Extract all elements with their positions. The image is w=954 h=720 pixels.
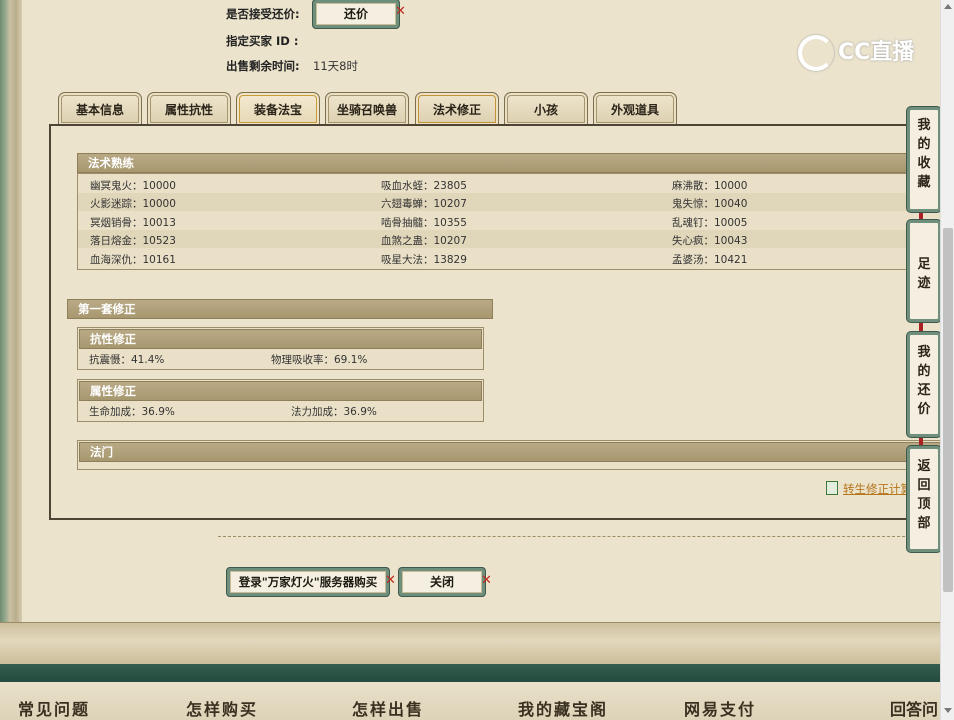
side-char: 还 <box>917 383 931 398</box>
side-my-counter-offers[interactable]: 我 的 还 价 <box>907 332 941 437</box>
remaining-time-value: 11天8时 <box>313 59 358 73</box>
divider <box>218 536 940 537</box>
side-char: 足 <box>917 257 931 272</box>
magic-gate-header: 法门 <box>79 442 942 462</box>
rebirth-calc-link[interactable]: 转生修正计算 <box>843 481 912 497</box>
table-cell: 失心疯：10043 <box>672 235 748 247</box>
side-char: 返 <box>917 459 931 474</box>
table-cell: 六翅毒蝉：10207 <box>381 198 467 210</box>
side-char: 我 <box>917 118 931 133</box>
table-cell: 鬼失惊：10040 <box>672 198 748 210</box>
side-footprints[interactable]: 足 迹 <box>907 220 941 322</box>
footer-nav: 常见问题 怎样购买 怎样出售 我的藏宝阁 网易支付 回答问 <box>0 682 940 720</box>
footer-link-faq[interactable]: 常见问题 <box>18 696 90 720</box>
table-cell: 幽冥鬼火：10000 <box>90 180 176 192</box>
correction-set-header: 第一套修正 <box>67 299 493 319</box>
table-cell: 血海深仇：10161 <box>90 254 176 266</box>
tab-spell-correction[interactable]: 法术修正 <box>415 92 499 125</box>
side-char: 收 <box>917 156 931 171</box>
tab-basic-info[interactable]: 基本信息 <box>58 92 142 125</box>
calculator-icon <box>826 481 838 495</box>
tab-mounts-pets[interactable]: 坐骑召唤兽 <box>325 92 409 125</box>
login-buy-button[interactable]: 登录"万家灯火"服务器购买 <box>227 568 389 596</box>
footer-link-how-to-buy[interactable]: 怎样购买 <box>186 696 258 720</box>
footer-link-more[interactable]: 回答问 <box>890 696 938 720</box>
side-char: 部 <box>917 516 931 531</box>
table-cell: 冥烟销骨：10013 <box>90 217 176 229</box>
remaining-time-label: 出售剩余时间: <box>226 59 300 73</box>
buyer-id-label: 指定买家 ID : <box>226 34 299 48</box>
footer-link-how-to-sell[interactable]: 怎样出售 <box>352 696 424 720</box>
hp-bonus-value: 生命加成：36.9% <box>89 406 175 418</box>
cc-logo-icon <box>798 35 834 71</box>
scroll-up-icon[interactable] <box>944 4 952 9</box>
page-bottom-frame <box>0 622 940 665</box>
table-row: 火影迷踪：10000 六翅毒蝉：10207 鬼失惊：10040 <box>78 193 941 211</box>
tab-equipment[interactable]: 装备法宝 <box>236 92 320 125</box>
spell-mastery-table: 幽冥鬼火：10000 吸血水蛭：23805 麻沸散：10000 火影迷踪：100… <box>77 173 942 270</box>
table-cell: 落日熔金：10523 <box>90 235 176 247</box>
side-back-to-top[interactable]: 返 回 顶 部 <box>907 446 941 552</box>
page-scrollbar[interactable] <box>940 0 954 720</box>
attr-correction-header: 属性修正 <box>79 381 482 401</box>
side-char: 的 <box>917 137 931 152</box>
logo-text: CC直播 <box>838 40 915 65</box>
table-cell: 吸星大法：13829 <box>381 254 467 266</box>
table-cell: 麻沸散：10000 <box>672 180 748 192</box>
table-cell: 吸血水蛭：23805 <box>381 180 467 192</box>
footer-link-my-treasure[interactable]: 我的藏宝阁 <box>518 696 608 720</box>
table-row: 幽冥鬼火：10000 吸血水蛭：23805 麻沸散：10000 <box>78 175 941 193</box>
mp-bonus-value: 法力加成：36.9% <box>291 406 377 418</box>
close-button[interactable]: 关闭 <box>399 568 485 596</box>
close-x-icon: ✕ <box>481 573 492 588</box>
table-cell: 乱魂钉：10005 <box>672 217 748 229</box>
close-x-icon: ✕ <box>385 573 396 588</box>
side-char: 藏 <box>917 175 931 190</box>
side-my-favorites[interactable]: 我 的 收 藏 <box>907 107 941 212</box>
table-cell: 啮骨抽髓：10355 <box>381 217 467 229</box>
cc-live-logo: CC直播 <box>798 34 914 71</box>
physical-absorb-value: 物理吸收率：69.1% <box>271 354 368 366</box>
side-char: 顶 <box>917 497 931 512</box>
tab-attributes[interactable]: 属性抗性 <box>147 92 231 125</box>
table-row: 血海深仇：10161 吸星大法：13829 孟婆汤：10421 <box>78 249 941 267</box>
side-char: 回 <box>917 478 931 493</box>
table-cell: 火影迷踪：10000 <box>90 198 176 210</box>
resist-correction-header: 抗性修正 <box>79 329 482 349</box>
tab-appearance[interactable]: 外观道具 <box>593 92 677 125</box>
resist-value: 抗震慑：41.4% <box>89 354 165 366</box>
page-frame-left <box>0 0 24 660</box>
tab-child[interactable]: 小孩 <box>504 92 588 125</box>
scroll-down-icon[interactable] <box>944 708 952 713</box>
scroll-thumb[interactable] <box>943 228 953 592</box>
table-row: 冥烟销骨：10013 啮骨抽髓：10355 乱魂钉：10005 <box>78 212 941 230</box>
table-cell: 孟婆汤：10421 <box>672 254 748 266</box>
close-x-icon: ✕ <box>395 4 406 19</box>
side-char: 的 <box>917 364 931 379</box>
table-row: 落日熔金：10523 血煞之蛊：10207 失心疯：10043 <box>78 230 941 248</box>
spell-mastery-header: 法术熟练 <box>77 153 942 173</box>
counter-offer-button[interactable]: 还价 <box>313 0 399 28</box>
side-char: 价 <box>917 402 931 417</box>
footer-link-netease-pay[interactable]: 网易支付 <box>684 696 756 720</box>
side-char: 我 <box>917 345 931 360</box>
footer-bar <box>0 664 940 682</box>
accept-counter-label: 是否接受还价: <box>226 7 300 21</box>
side-char: 迹 <box>917 276 931 291</box>
table-cell: 血煞之蛊：10207 <box>381 235 467 247</box>
